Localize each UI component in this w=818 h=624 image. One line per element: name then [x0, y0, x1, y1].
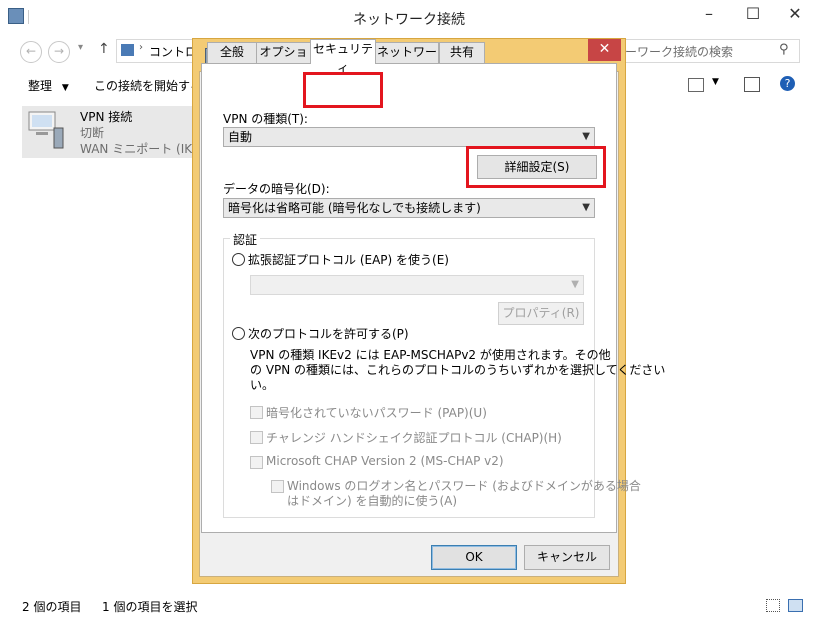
selected-count: 1 個の項目を選択	[102, 600, 198, 614]
item-name: VPN 接続	[80, 110, 133, 124]
eap-properties-label: プロパティ(R)	[502, 306, 580, 320]
close-button[interactable]: ✕	[774, 0, 816, 30]
item-device: WAN ミニポート (IKEv	[80, 142, 207, 156]
chap-checkbox[interactable]	[250, 431, 263, 444]
address-crumb[interactable]: コントロ	[149, 43, 197, 60]
chevron-down-icon: ▼	[571, 279, 579, 290]
eap-option-label[interactable]: 拡張認証プロトコル (EAP) を使う(E)	[248, 251, 449, 268]
protocol-info-line3: い。	[250, 378, 275, 392]
help-icon[interactable]: ?	[780, 76, 795, 91]
mschap-label: Microsoft CHAP Version 2 (MS-CHAP v2)	[266, 454, 504, 468]
cancel-button[interactable]: キャンセル	[524, 545, 610, 570]
start-connection-button[interactable]: この接続を開始する	[94, 77, 202, 94]
vpn-connection-icon	[26, 110, 64, 150]
vpn-type-select[interactable]: 自動 ▼	[223, 127, 595, 147]
search-icon[interactable]: ⚲	[779, 42, 789, 57]
eap-properties-button[interactable]: プロパティ(R)	[498, 302, 584, 325]
eap-method-select[interactable]: ▼	[250, 275, 584, 295]
security-tab-highlight	[303, 72, 383, 108]
eap-radio[interactable]	[232, 253, 245, 266]
item-status: 切断	[80, 126, 105, 140]
search-placeholder: ーワーク接続の検索	[625, 45, 734, 59]
chevron-down-icon: ▼	[582, 131, 590, 142]
chevron-down-icon: ▼	[61, 83, 69, 93]
details-view-icon[interactable]	[766, 599, 780, 612]
auto-logon-checkbox[interactable]	[271, 480, 284, 493]
organize-menu[interactable]: 整理 ▼	[28, 77, 69, 94]
preview-pane-icon[interactable]	[744, 77, 760, 92]
encryption-select[interactable]: 暗号化は省略可能 (暗号化なしでも接続します) ▼	[223, 198, 595, 218]
advanced-button-highlight	[466, 146, 606, 188]
cancel-label: キャンセル	[536, 550, 597, 564]
tab-options[interactable]: オプション	[256, 42, 311, 78]
allow-protocols-radio[interactable]	[232, 327, 245, 340]
vpn-type-value: 自動	[228, 130, 253, 144]
vpn-type-label: VPN の種類(T):	[223, 112, 308, 126]
recent-locations-icon[interactable]: ▾	[78, 42, 83, 53]
up-arrow-icon[interactable]: ↑	[98, 41, 110, 57]
ok-button[interactable]: OK	[431, 545, 517, 570]
explorer-title-bar: ネットワーク接続 – ☐ ✕	[0, 0, 818, 36]
auto-logon-line2: はドメイン) を自動的に使う(A)	[287, 494, 458, 508]
tab-sharing-label: 共有	[449, 45, 474, 59]
minimize-button[interactable]: –	[688, 0, 730, 30]
pap-label: 暗号化されていないパスワード (PAP)(U)	[266, 406, 487, 420]
large-icons-view-icon[interactable]	[788, 599, 803, 612]
encryption-label: データの暗号化(D):	[223, 182, 330, 196]
encryption-value: 暗号化は省略可能 (暗号化なしでも接続します)	[228, 201, 481, 215]
pap-checkbox[interactable]	[250, 406, 263, 419]
maximize-button[interactable]: ☐	[732, 0, 774, 30]
vpn-connection-item[interactable]: VPN 接続 切断 WAN ミニポート (IKEv	[22, 106, 207, 158]
tab-security[interactable]: セキュリティ	[310, 39, 376, 75]
chevron-right-icon: ›	[139, 42, 143, 53]
search-input[interactable]: ーワーク接続の検索 ⚲	[614, 39, 800, 63]
ok-label: OK	[465, 550, 483, 564]
tab-network[interactable]: ネットワーク	[375, 42, 439, 78]
protocol-info-line2: の VPN の種類には、これらのプロトコルのうちいずれかを選択してください	[250, 363, 666, 377]
back-button[interactable]: ←	[20, 41, 42, 63]
chap-label: チャレンジ ハンドシェイク認証プロトコル (CHAP)(H)	[266, 431, 562, 445]
tab-sharing[interactable]: 共有	[439, 42, 485, 63]
authentication-group-label: 認証	[230, 231, 261, 248]
organize-label: 整理	[28, 79, 53, 93]
mschap-checkbox[interactable]	[250, 456, 263, 469]
tab-general-label: 全般	[219, 45, 244, 59]
items-count: 2 個の項目	[22, 600, 82, 614]
control-panel-icon	[121, 44, 134, 56]
view-dropdown-icon[interactable]: ▼	[712, 77, 719, 87]
dialog-close-button[interactable]: ✕	[588, 39, 621, 61]
tab-general[interactable]: 全般	[207, 42, 257, 63]
status-bar: 2 個の項目 1 個の項目を選択	[0, 590, 818, 624]
chevron-down-icon: ▼	[582, 202, 590, 213]
view-options-icon[interactable]	[688, 78, 704, 92]
allow-protocols-label[interactable]: 次のプロトコルを許可する(P)	[248, 325, 409, 342]
forward-button[interactable]: →	[48, 41, 70, 63]
